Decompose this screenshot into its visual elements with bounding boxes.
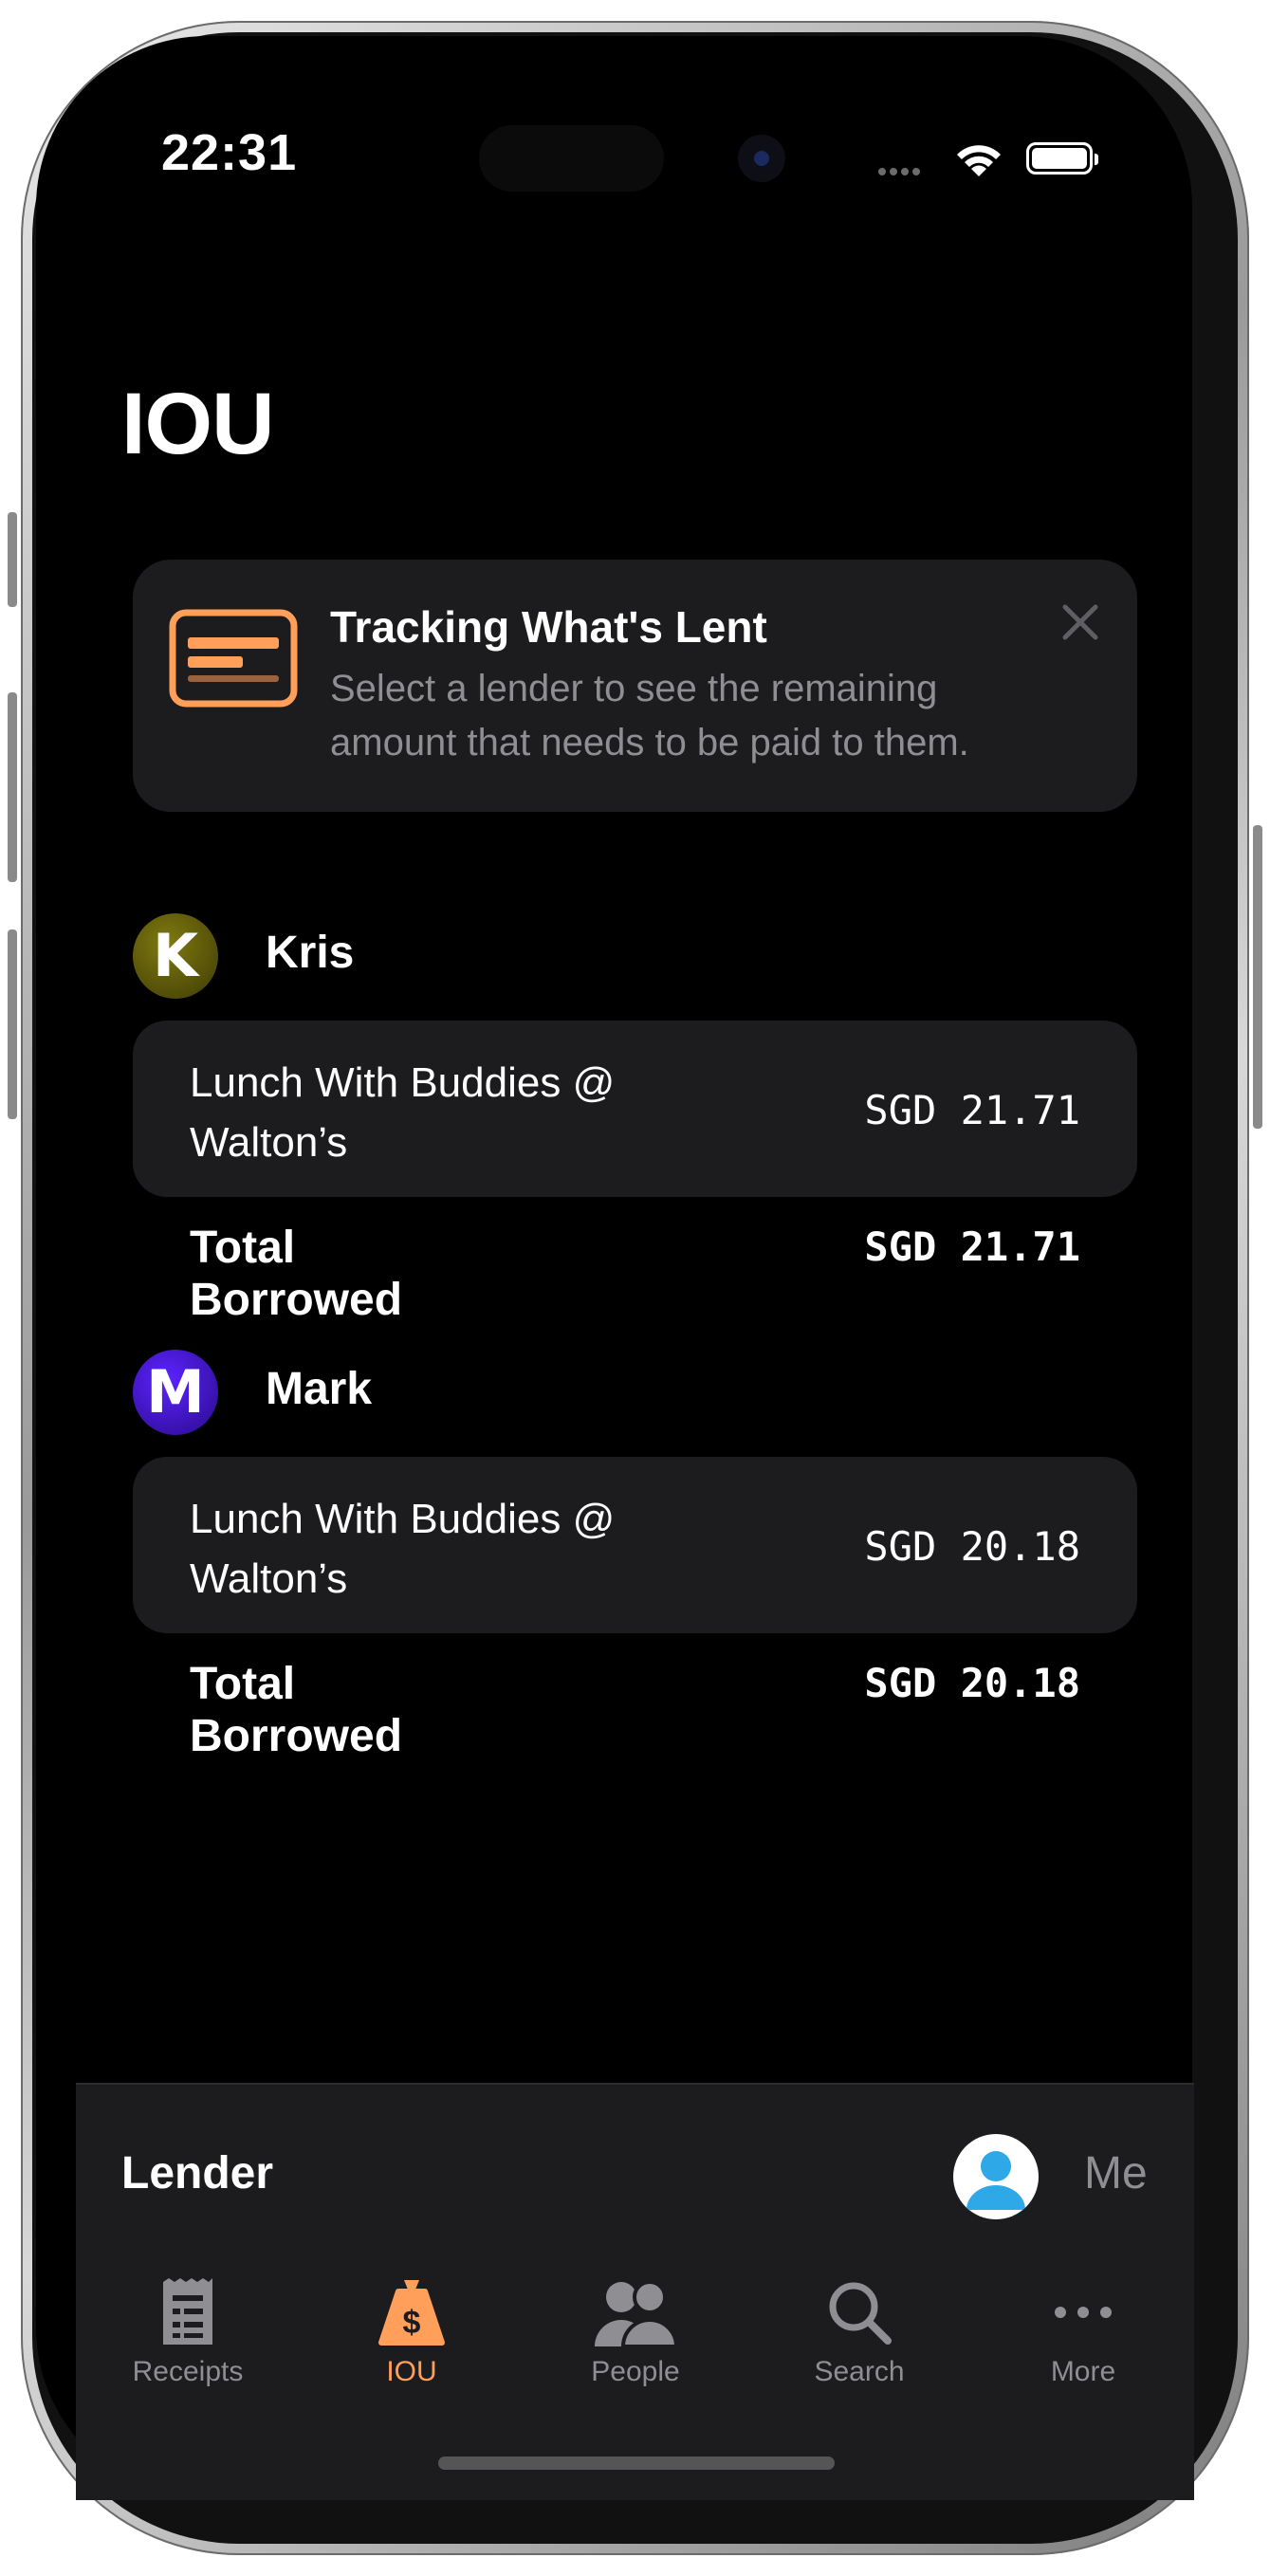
- page-title: IOU: [121, 376, 275, 472]
- tab-search[interactable]: Search: [747, 2274, 971, 2417]
- total-amount: SGD 21.71: [864, 1224, 1080, 1270]
- close-icon[interactable]: [1059, 601, 1101, 643]
- tab-iou[interactable]: $ IOU: [300, 2274, 524, 2417]
- money-bag-icon: $: [378, 2280, 445, 2346]
- wifi-icon: [957, 145, 1001, 176]
- total-amount: SGD 20.18: [864, 1660, 1080, 1706]
- lender-selector-label: Lender: [121, 2148, 274, 2199]
- tab-bar: Receipts $ IOU People Search More: [76, 2274, 1194, 2417]
- tip-title: Tracking What's Lent: [330, 602, 767, 652]
- item-amount: SGD 20.18: [864, 1523, 1080, 1570]
- avatar: K: [133, 913, 218, 999]
- me-avatar[interactable]: [953, 2134, 1039, 2219]
- person-icon: [966, 2151, 1025, 2210]
- avatar: M: [133, 1350, 218, 1435]
- cellular-signal-icon: [878, 163, 924, 180]
- card-icon: [169, 609, 298, 708]
- tip-card: Tracking What's Lent Select a lender to …: [133, 560, 1137, 812]
- tab-receipts[interactable]: Receipts: [76, 2274, 300, 2417]
- svg-text:$: $: [403, 2305, 421, 2341]
- camera-icon: [738, 135, 785, 182]
- selected-lender[interactable]: Me: [1084, 2147, 1148, 2199]
- search-icon: [829, 2282, 892, 2345]
- lender-name: Mark: [266, 1364, 373, 1414]
- iou-item-row[interactable]: Lunch With Buddies @ Walton’s SGD 20.18: [133, 1457, 1137, 1633]
- people-icon: [595, 2280, 678, 2348]
- item-name: Lunch With Buddies @ Walton’s: [190, 1059, 616, 1166]
- item-amount: SGD 21.71: [864, 1087, 1080, 1133]
- iou-item-row[interactable]: Lunch With Buddies @ Walton’s SGD 21.71: [133, 1021, 1137, 1197]
- tip-body: Select a lender to see the remaining amo…: [330, 668, 969, 764]
- volume-up-button: [8, 692, 17, 882]
- more-icon: [1055, 2307, 1112, 2318]
- status-time: 22:31: [161, 124, 298, 181]
- tab-more[interactable]: More: [971, 2274, 1195, 2417]
- power-button: [1253, 825, 1262, 1129]
- home-indicator[interactable]: [438, 2456, 835, 2470]
- item-name: Lunch With Buddies @ Walton’s: [190, 1496, 616, 1602]
- mute-switch: [8, 512, 17, 607]
- battery-icon: [1026, 142, 1098, 175]
- lender-name: Kris: [266, 928, 355, 978]
- tab-people[interactable]: People: [524, 2274, 747, 2417]
- receipt-icon: [163, 2278, 212, 2345]
- dynamic-island: [479, 125, 664, 192]
- bottom-panel: Lender Me Receipts $ IOU People Search M…: [76, 2083, 1194, 2500]
- volume-down-button: [8, 929, 17, 1119]
